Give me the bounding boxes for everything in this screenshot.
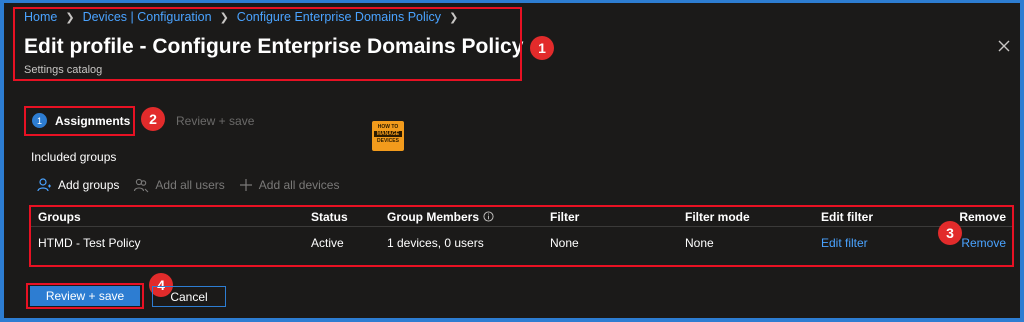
add-person-icon — [37, 178, 51, 192]
page-title: Edit profile - Configure Enterprise Doma… — [24, 35, 524, 58]
step-label-assignments: Assignments — [55, 113, 131, 128]
logo-line-1: HOW TO — [377, 124, 399, 130]
add-groups-label: Add groups — [58, 178, 120, 192]
column-header-group-members-label: Group Members — [387, 209, 480, 224]
logo-line-3: DEVICES — [377, 138, 399, 144]
page-subtitle: Settings catalog — [24, 64, 103, 76]
chevron-right-icon: ❯ — [449, 11, 459, 24]
add-users-icon — [134, 178, 149, 193]
breadcrumb: Home ❯ Devices | Configuration ❯ Configu… — [24, 10, 458, 24]
column-header-edit-filter: Edit filter — [821, 209, 874, 224]
column-header-group-members: Group Members — [387, 210, 550, 224]
cell-group-name: HTMD - Test Policy — [38, 236, 141, 250]
step-number-badge: 1 — [32, 113, 47, 128]
review-save-button[interactable]: Review + save — [30, 286, 140, 306]
column-header-groups: Groups — [38, 209, 81, 224]
logo-line-2: MANAGE — [374, 131, 402, 137]
cell-filter-mode: None — [685, 236, 714, 250]
cell-status: Active — [311, 236, 344, 250]
add-all-users-button[interactable]: Add all users — [133, 177, 225, 193]
breadcrumb-devices-configuration[interactable]: Devices | Configuration — [83, 10, 212, 24]
assignments-toolbar: Add groups Add all users Add all devices — [36, 177, 339, 193]
cell-group-members: 1 devices, 0 users — [387, 236, 484, 250]
callout-badge-3: 3 — [938, 221, 962, 245]
column-header-filter: Filter — [550, 209, 580, 224]
callout-badge-2: 2 — [141, 107, 165, 131]
callout-badge-1: 1 — [530, 36, 554, 60]
chevron-right-icon: ❯ — [219, 11, 229, 24]
close-icon[interactable] — [996, 38, 1012, 54]
table-row: HTMD - Test Policy Active 1 devices, 0 u… — [30, 227, 1012, 259]
table-header-row: Groups Status Group Members Filter Filte… — [30, 207, 1012, 227]
add-groups-button[interactable]: Add groups — [36, 177, 119, 193]
cell-filter: None — [550, 236, 579, 250]
htmd-logo: HOW TO MANAGE DEVICES — [372, 121, 404, 151]
add-all-users-label: Add all users — [155, 178, 225, 192]
cancel-button[interactable]: Cancel — [152, 286, 226, 307]
assignments-table: Groups Status Group Members Filter Filte… — [30, 207, 1012, 259]
tab-assignments[interactable]: 1 Assignments — [32, 113, 130, 128]
breadcrumb-home[interactable]: Home — [24, 10, 57, 24]
plus-icon — [239, 179, 252, 191]
column-header-filter-mode: Filter mode — [685, 209, 750, 224]
add-all-devices-button[interactable]: Add all devices — [239, 178, 340, 192]
chevron-right-icon: ❯ — [65, 11, 75, 24]
add-all-devices-label: Add all devices — [258, 178, 340, 192]
column-header-status: Status — [311, 209, 348, 224]
section-heading-included-groups: Included groups — [31, 150, 117, 164]
tab-review-save[interactable]: Review + save — [176, 114, 254, 128]
edit-filter-link[interactable]: Edit filter — [821, 236, 939, 250]
breadcrumb-policy[interactable]: Configure Enterprise Domains Policy — [237, 10, 441, 24]
info-icon[interactable] — [483, 211, 494, 222]
